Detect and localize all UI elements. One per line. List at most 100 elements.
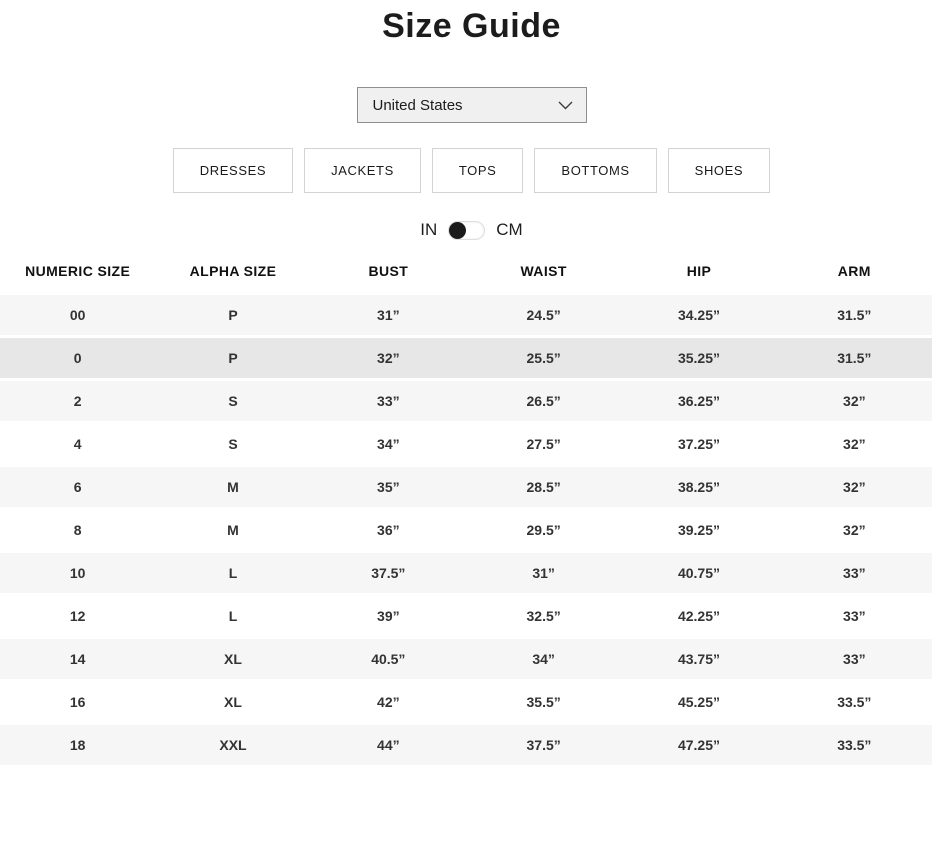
table-cell: 45.25” — [621, 682, 776, 725]
table-cell: 29.5” — [466, 510, 621, 553]
category-button-tops[interactable]: TOPS — [432, 148, 524, 193]
table-cell: 2 — [0, 381, 155, 424]
table-cell: 31.5” — [777, 295, 932, 338]
table-cell: 36” — [311, 510, 466, 553]
table-cell: 40.5” — [311, 639, 466, 682]
table-cell: 35.25” — [621, 338, 776, 381]
table-row: 4S34”27.5”37.25”32” — [0, 424, 932, 467]
table-cell: 37.5” — [311, 553, 466, 596]
table-cell: XXL — [155, 725, 310, 768]
table-row: 6M35”28.5”38.25”32” — [0, 467, 932, 510]
page-title: Size Guide — [0, 0, 943, 46]
column-header-waist: WAIST — [466, 257, 621, 295]
chevron-down-icon — [558, 101, 573, 110]
table-cell: 35” — [311, 467, 466, 510]
table-cell: 0 — [0, 338, 155, 381]
table-cell: 47.25” — [621, 725, 776, 768]
category-button-shoes[interactable]: SHOES — [668, 148, 771, 193]
unit-label-cm: CM — [496, 220, 522, 240]
column-header-hip: HIP — [621, 257, 776, 295]
table-cell: XL — [155, 639, 310, 682]
table-cell: 39” — [311, 596, 466, 639]
category-button-dresses[interactable]: DRESSES — [173, 148, 293, 193]
table-cell: S — [155, 424, 310, 467]
table-cell: 33” — [777, 596, 932, 639]
table-cell: 27.5” — [466, 424, 621, 467]
table-cell: 35.5” — [466, 682, 621, 725]
column-header-numeric-size: NUMERIC SIZE — [0, 257, 155, 295]
table-cell: 33” — [777, 639, 932, 682]
table-cell: 31” — [311, 295, 466, 338]
column-header-bust: BUST — [311, 257, 466, 295]
table-cell: L — [155, 553, 310, 596]
table-cell: 28.5” — [466, 467, 621, 510]
table-cell: 34” — [311, 424, 466, 467]
table-cell: S — [155, 381, 310, 424]
table-cell: 8 — [0, 510, 155, 553]
table-cell: 37.25” — [621, 424, 776, 467]
table-cell: 32” — [777, 381, 932, 424]
table-cell: 16 — [0, 682, 155, 725]
table-cell: 10 — [0, 553, 155, 596]
table-cell: 37.5” — [466, 725, 621, 768]
table-cell: 18 — [0, 725, 155, 768]
table-cell: 44” — [311, 725, 466, 768]
size-table-body: 00P31”24.5”34.25”31.5”0P32”25.5”35.25”31… — [0, 295, 932, 768]
table-cell: 42.25” — [621, 596, 776, 639]
table-row: 10L37.5”31”40.75”33” — [0, 553, 932, 596]
size-guide-page: Size Guide United States DRESSES JACKETS… — [0, 0, 943, 768]
table-cell: 32” — [777, 510, 932, 553]
unit-toggle-row: IN CM — [0, 220, 943, 240]
table-cell: 6 — [0, 467, 155, 510]
table-cell: 38.25” — [621, 467, 776, 510]
category-tabs: DRESSES JACKETS TOPS BOTTOMS SHOES — [0, 148, 943, 193]
country-select[interactable]: United States — [357, 87, 587, 123]
table-cell: M — [155, 510, 310, 553]
table-cell: 33.5” — [777, 682, 932, 725]
table-cell: 36.25” — [621, 381, 776, 424]
unit-label-in: IN — [420, 220, 437, 240]
table-cell: 42” — [311, 682, 466, 725]
table-cell: 32.5” — [466, 596, 621, 639]
table-cell: 34” — [466, 639, 621, 682]
size-table: NUMERIC SIZE ALPHA SIZE BUST WAIST HIP A… — [0, 257, 932, 768]
table-cell: 39.25” — [621, 510, 776, 553]
table-cell: 32” — [777, 424, 932, 467]
size-table-header: NUMERIC SIZE ALPHA SIZE BUST WAIST HIP A… — [0, 257, 932, 295]
column-header-alpha-size: ALPHA SIZE — [155, 257, 310, 295]
unit-toggle-switch[interactable] — [448, 221, 485, 240]
toggle-knob-icon — [449, 222, 466, 239]
table-cell: 14 — [0, 639, 155, 682]
table-row: 18XXL44”37.5”47.25”33.5” — [0, 725, 932, 768]
table-row: 2S33”26.5”36.25”32” — [0, 381, 932, 424]
column-header-arm: ARM — [777, 257, 932, 295]
table-cell: 33.5” — [777, 725, 932, 768]
country-select-value: United States — [373, 97, 463, 114]
table-row: 14XL40.5”34”43.75”33” — [0, 639, 932, 682]
table-cell: 34.25” — [621, 295, 776, 338]
table-row: 12L39”32.5”42.25”33” — [0, 596, 932, 639]
table-cell: P — [155, 295, 310, 338]
table-cell: 4 — [0, 424, 155, 467]
table-row: 8M36”29.5”39.25”32” — [0, 510, 932, 553]
table-cell: 26.5” — [466, 381, 621, 424]
table-cell: 00 — [0, 295, 155, 338]
table-row: 0P32”25.5”35.25”31.5” — [0, 338, 932, 381]
table-cell: 43.75” — [621, 639, 776, 682]
table-cell: P — [155, 338, 310, 381]
table-cell: 33” — [777, 553, 932, 596]
table-cell: 31.5” — [777, 338, 932, 381]
table-cell: 32” — [777, 467, 932, 510]
table-cell: 40.75” — [621, 553, 776, 596]
table-cell: M — [155, 467, 310, 510]
table-cell: 24.5” — [466, 295, 621, 338]
header-row: NUMERIC SIZE ALPHA SIZE BUST WAIST HIP A… — [0, 257, 932, 295]
table-cell: 25.5” — [466, 338, 621, 381]
table-row: 00P31”24.5”34.25”31.5” — [0, 295, 932, 338]
table-cell: 33” — [311, 381, 466, 424]
table-cell: 12 — [0, 596, 155, 639]
table-cell: XL — [155, 682, 310, 725]
category-button-bottoms[interactable]: BOTTOMS — [534, 148, 656, 193]
category-button-jackets[interactable]: JACKETS — [304, 148, 421, 193]
table-cell: 31” — [466, 553, 621, 596]
